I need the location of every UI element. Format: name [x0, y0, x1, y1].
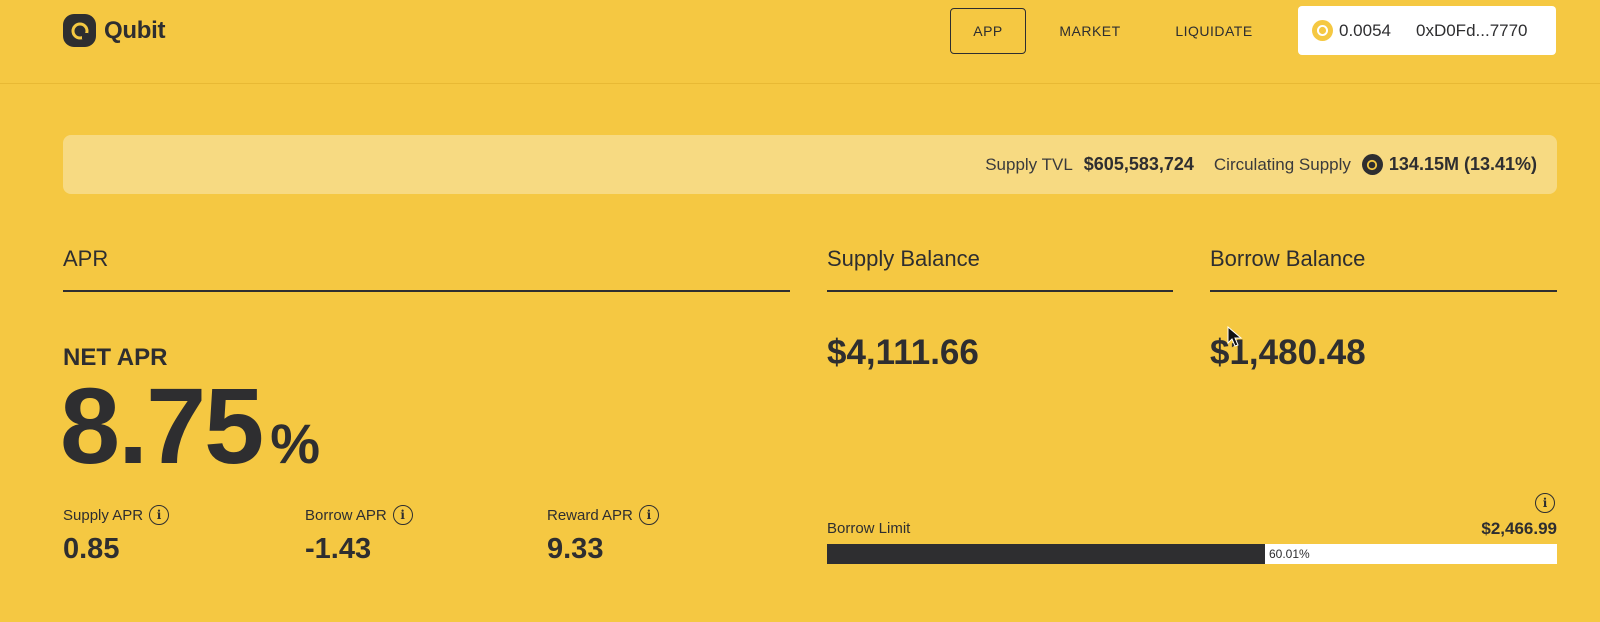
qubit-logo-icon [63, 14, 96, 47]
info-icon[interactable]: i [149, 505, 170, 525]
circulating-supply-value: 134.15M (13.41%) [1388, 154, 1537, 174]
borrow-apr-value: -1.43 [305, 533, 372, 565]
circulating-supply-label: Circulating Supply [1213, 154, 1351, 174]
header: Qubit APP MARKET LIQUIDATE 0.0054 0xD0Fd… [0, 0, 1600, 84]
nav-liquidate[interactable]: LIQUIDATE [1154, 8, 1274, 54]
nav-market[interactable]: MARKET [1026, 8, 1154, 54]
borrow-limit-percent: 60.01% [1269, 547, 1310, 561]
borrow-limit-amount: $2,466.99 [1481, 519, 1557, 538]
supply-balance-title: Supply Balance [827, 246, 1173, 292]
borrow-limit-fill [827, 544, 1265, 564]
info-icon[interactable]: i [638, 505, 659, 525]
supply-apr: Supply APR i 0.85 [63, 505, 170, 566]
reward-apr-label: Reward APR [547, 506, 633, 524]
supply-tvl-label: Supply TVL [985, 154, 1073, 174]
qubit-token-icon [1361, 154, 1383, 175]
wallet-address: 0xD0Fd...7770 [1416, 20, 1528, 40]
coin-icon [1312, 20, 1333, 41]
net-apr-unit: % [270, 412, 320, 475]
logo-text: Qubit [104, 16, 166, 44]
reward-apr-value: 9.33 [547, 533, 604, 565]
info-icon[interactable]: i [1535, 493, 1555, 513]
nav-app[interactable]: APP [950, 8, 1026, 54]
supply-apr-value: 0.85 [63, 533, 120, 565]
main-nav: APP MARKET LIQUIDATE [950, 8, 1274, 54]
net-apr-number: 8.75 [60, 365, 264, 486]
supply-apr-label: Supply APR [63, 506, 144, 524]
cursor-icon [1227, 326, 1243, 347]
borrow-apr-label: Borrow APR [305, 506, 387, 524]
net-apr-value: 8.75% [60, 372, 320, 480]
stats-bar: Supply TVL $605,583,724 Circulating Supp… [63, 135, 1557, 194]
borrow-limit-label: Borrow Limit [827, 520, 911, 537]
wallet-button[interactable]: 0.0054 0xD0Fd...7770 [1298, 6, 1556, 55]
info-icon[interactable]: i [392, 505, 413, 525]
borrow-limit-bar: 60.01% [827, 544, 1557, 564]
borrow-balance-title: Borrow Balance [1210, 246, 1557, 292]
supply-balance-value: $4,111.66 [827, 333, 979, 372]
logo[interactable]: Qubit [63, 14, 165, 47]
wallet-balance: 0.0054 [1339, 20, 1391, 40]
borrow-apr: Borrow APR i -1.43 [305, 505, 413, 566]
supply-tvl-value: $605,583,724 [1083, 154, 1194, 174]
apr-title: APR [63, 246, 790, 292]
reward-apr: Reward APR i 9.33 [547, 505, 659, 566]
